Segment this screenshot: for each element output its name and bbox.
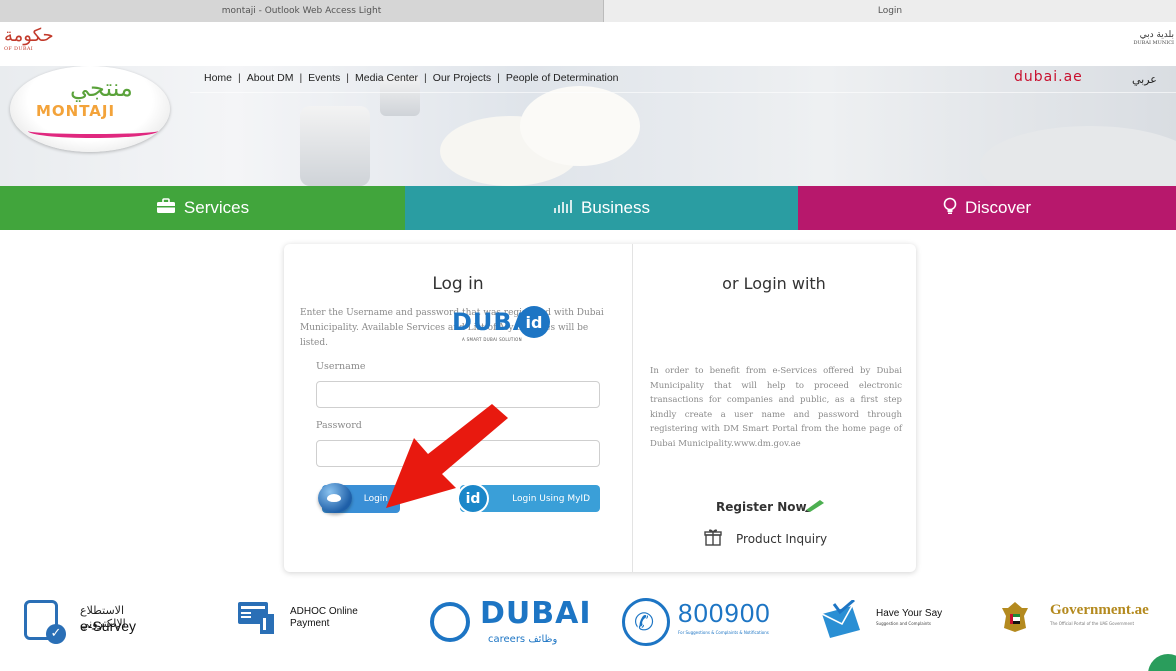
category-bar: Services Business Discover <box>0 186 1176 230</box>
nav-about-dm[interactable]: About DM <box>247 72 294 84</box>
smile-icon <box>430 602 470 642</box>
tab-discover-label: Discover <box>964 198 1032 217</box>
nav-our-projects[interactable]: Our Projects <box>433 72 491 84</box>
logo-swoosh <box>28 124 158 138</box>
e-survey-link[interactable]: ✓ الاستطلاع الإلكتروني e-Survey <box>24 596 144 646</box>
nav-people-of-determination[interactable]: People of Determination <box>506 72 619 84</box>
checkmark-icon: ✓ <box>46 624 66 644</box>
nav-separator: | <box>299 72 303 84</box>
nav-separator: | <box>424 72 427 84</box>
nav-separator: | <box>497 72 500 84</box>
adhoc-online-payment-link[interactable]: ADHOC Online Payment <box>236 600 366 644</box>
government-of-dubai-logo[interactable]: حكومة OF DUBAI <box>4 26 54 62</box>
banner-flower-image <box>520 86 640 166</box>
nav-divider <box>190 92 1176 93</box>
payment-icon <box>238 602 274 634</box>
or-login-with-title: or Login with <box>722 274 826 293</box>
dubai-ae-logo[interactable]: dubai.ae <box>1014 69 1090 87</box>
phone-icon: ✆ <box>634 608 655 636</box>
product-inquiry-link[interactable]: Product Inquiry <box>736 532 827 546</box>
card-divider <box>632 244 633 572</box>
banner-bottle-image <box>300 106 370 186</box>
tab-services-label: Services <box>183 198 250 217</box>
nav-separator: | <box>346 72 350 84</box>
browser-tab-login[interactable]: Login <box>604 0 1176 22</box>
tab-services[interactable]: Services <box>0 186 405 230</box>
briefcase-icon <box>156 197 176 219</box>
lightbulb-icon <box>943 197 957 220</box>
login-card: Log in Enter the Username and password t… <box>284 244 916 572</box>
password-label: Password <box>316 420 362 431</box>
banner-towel-image <box>980 126 1176 186</box>
tab-business[interactable]: Business <box>405 186 798 230</box>
bottom-links: ✓ الاستطلاع الإلكتروني e-Survey ADHOC On… <box>0 590 1176 660</box>
browser-tab-outlook[interactable]: montaji - Outlook Web Access Light <box>0 0 604 22</box>
hero-banner: منتجي MONTAJI Home | About DM | Events |… <box>0 66 1176 186</box>
browser-tab-bar: montaji - Outlook Web Access Light Login <box>0 0 1176 22</box>
arabic-language-link[interactable]: عربي <box>1132 73 1157 86</box>
nav-media-center[interactable]: Media Center <box>355 72 418 84</box>
nav-home[interactable]: Home <box>204 72 232 84</box>
top-nav: Home | About DM | Events | Media Center … <box>204 72 619 84</box>
tab-business-label: Business <box>581 198 650 217</box>
montaji-logo[interactable]: منتجي MONTAJI <box>10 66 170 152</box>
login-title: Log in <box>432 274 484 294</box>
government-ae-link[interactable]: Government.ae The Official Portal of the… <box>1000 596 1176 646</box>
bar-chart-icon <box>553 198 573 219</box>
username-label: Username <box>316 361 366 372</box>
red-pointer-arrow <box>386 404 508 508</box>
uae-emblem-icon <box>1002 602 1028 632</box>
dubai-id-description: In order to benefit from e-Services offe… <box>650 366 902 449</box>
login-orb-icon <box>318 483 352 513</box>
gift-icon <box>704 529 722 546</box>
dubai-municipality-logo[interactable]: بلدية دبي DUBAI MUNICI <box>1124 30 1174 46</box>
dubai-id-logo[interactable]: DUBAI id A SMART DUBAI SOLUTION <box>452 306 550 342</box>
envelope-check-icon <box>821 600 860 638</box>
pencil-icon <box>805 500 824 512</box>
nav-events[interactable]: Events <box>308 72 340 84</box>
register-now-link[interactable]: Register Now <box>716 500 807 514</box>
myid-button-label: Login Using MyID <box>512 493 590 504</box>
dubai-careers-link[interactable]: DUBAI careers وظائف <box>430 594 591 650</box>
nav-separator: | <box>238 72 241 84</box>
tab-discover[interactable]: Discover <box>798 186 1176 230</box>
have-your-say-link[interactable]: Have Your Say Suggestion and Complaints <box>818 596 978 646</box>
hotline-800900-link[interactable]: ✆ 800900 For Suggestions & Complaints & … <box>622 594 802 650</box>
page: montaji - Outlook Web Access Light Login… <box>0 0 1176 671</box>
government-strip: حكومة OF DUBAI بلدية دبي DUBAI MUNICI <box>0 22 1176 66</box>
